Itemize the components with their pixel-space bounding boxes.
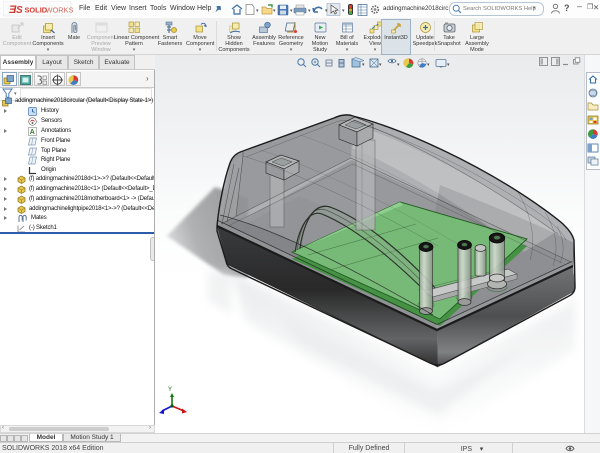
svg-text:▾: ▾ (447, 62, 450, 68)
svg-text:▾: ▾ (379, 62, 382, 68)
svg-text:Y: Y (168, 387, 172, 393)
svg-text:▾: ▾ (427, 62, 430, 68)
svg-text:▾: ▾ (397, 62, 400, 68)
svg-text:WORKS: WORKS (46, 5, 74, 14)
svg-text:SOLID: SOLID (25, 5, 48, 14)
svg-text:A: A (30, 129, 35, 136)
svg-text:S: S (16, 5, 23, 16)
svg-text:▾: ▾ (362, 62, 365, 68)
